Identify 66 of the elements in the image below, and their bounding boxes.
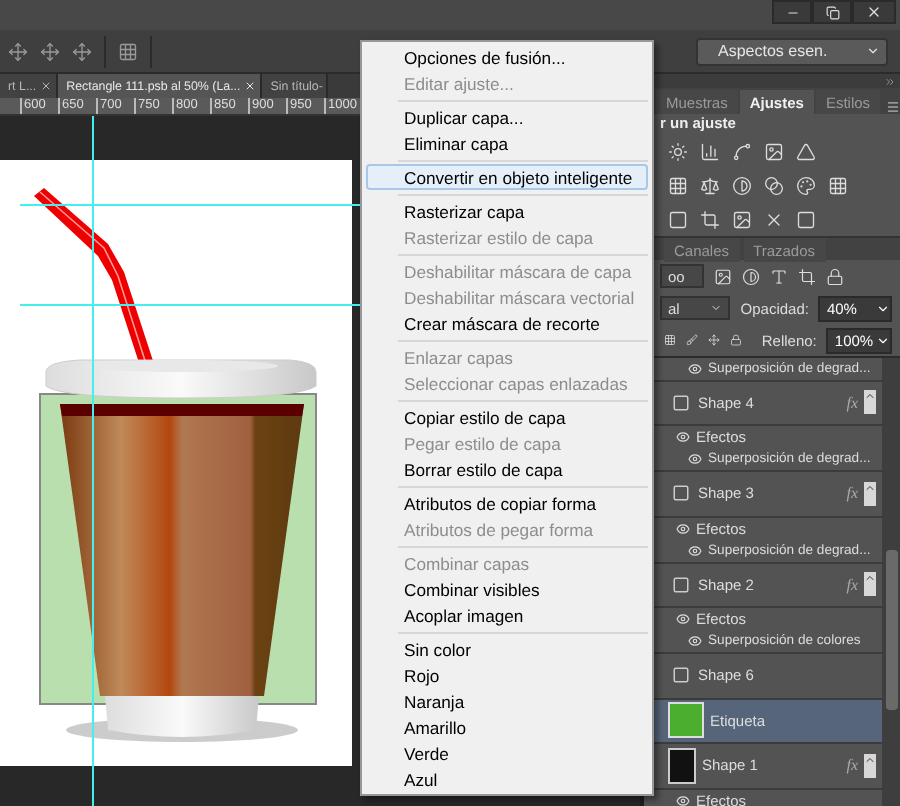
layer-thumbnail: [668, 390, 692, 415]
menu-item[interactable]: Naranja: [366, 688, 648, 714]
scrollbar[interactable]: [882, 358, 900, 806]
triangle-icon[interactable]: [796, 141, 816, 161]
move-icon[interactable]: [707, 332, 720, 348]
contrast-icon[interactable]: [732, 175, 752, 195]
restore-button[interactable]: [812, 0, 852, 24]
eye-icon[interactable]: [688, 452, 702, 467]
restore-icon: [825, 5, 839, 19]
image-icon[interactable]: [732, 209, 752, 229]
image-icon[interactable]: [714, 267, 732, 285]
menu-item[interactable]: Eliminar capa: [366, 130, 648, 156]
menu-item[interactable]: Convertir en objeto inteligente: [366, 164, 648, 190]
menu-item[interactable]: Verde: [366, 740, 648, 766]
close-button[interactable]: [852, 0, 896, 24]
histogram-icon[interactable]: [700, 141, 720, 161]
crop-icon[interactable]: [798, 267, 816, 285]
eye-icon[interactable]: [676, 793, 690, 806]
menu-item[interactable]: Borrar estilo de capa: [366, 456, 648, 482]
eye-icon[interactable]: [688, 361, 702, 376]
contrast-icon[interactable]: [742, 267, 760, 285]
type-icon[interactable]: [770, 267, 788, 285]
menu-item[interactable]: Crear máscara de recorte: [366, 310, 648, 336]
menu-item[interactable]: Rojo: [366, 662, 648, 688]
fx-label: fx: [846, 575, 858, 594]
menu-item[interactable]: Azul: [366, 766, 648, 792]
layer-thumbnail: [668, 481, 692, 506]
lock-icon[interactable]: [729, 332, 742, 348]
layer-thumbnail: [668, 702, 704, 739]
lock-icon[interactable]: [826, 267, 844, 285]
brush-icon[interactable]: [685, 332, 698, 348]
grid-icon[interactable]: [668, 175, 688, 195]
palette-icon[interactable]: [796, 175, 816, 195]
close-icon: [866, 4, 882, 20]
layer-thumbnail: [668, 663, 692, 688]
curve-icon[interactable]: [732, 141, 752, 161]
menu-item[interactable]: Combinar visibles: [366, 576, 648, 602]
fx-label: fx: [846, 484, 858, 503]
scale-icon[interactable]: [700, 175, 720, 195]
eye-icon[interactable]: [688, 543, 702, 558]
menu-item[interactable]: Copiar estilo de capa: [366, 404, 648, 430]
square-icon[interactable]: [668, 209, 688, 229]
menu-item[interactable]: Rasterizar capa: [366, 198, 648, 224]
collapse-icon[interactable]: [884, 75, 896, 87]
eye-icon[interactable]: [688, 634, 702, 649]
workspace-dropdown[interactable]: Aspectos esen.: [696, 37, 888, 65]
crop-icon[interactable]: [700, 209, 720, 229]
fx-label: fx: [846, 756, 858, 775]
eye-icon[interactable]: [676, 521, 690, 536]
layer-thumbnail: [668, 572, 692, 597]
grid-icon[interactable]: [828, 175, 848, 195]
close-icon[interactable]: [40, 80, 53, 92]
menu-item[interactable]: Sin color: [366, 636, 648, 662]
menu-item[interactable]: Duplicar capa...: [366, 104, 648, 130]
image-icon[interactable]: [764, 141, 784, 161]
menu-item[interactable]: Amarillo: [366, 714, 648, 740]
menu-item[interactable]: Atributos de copiar forma: [366, 490, 648, 516]
blend-icon[interactable]: [764, 175, 784, 195]
menu-item[interactable]: Opciones de fusión...: [366, 44, 648, 70]
layer-thumbnail: [668, 747, 696, 784]
eye-icon[interactable]: [676, 430, 690, 445]
menu-item[interactable]: Acoplar imagen: [366, 602, 648, 628]
fx-label: fx: [846, 393, 858, 412]
panel-menu-icon[interactable]: [886, 100, 900, 114]
lock-pixels-icon[interactable]: [664, 332, 676, 348]
eye-icon[interactable]: [676, 612, 690, 627]
